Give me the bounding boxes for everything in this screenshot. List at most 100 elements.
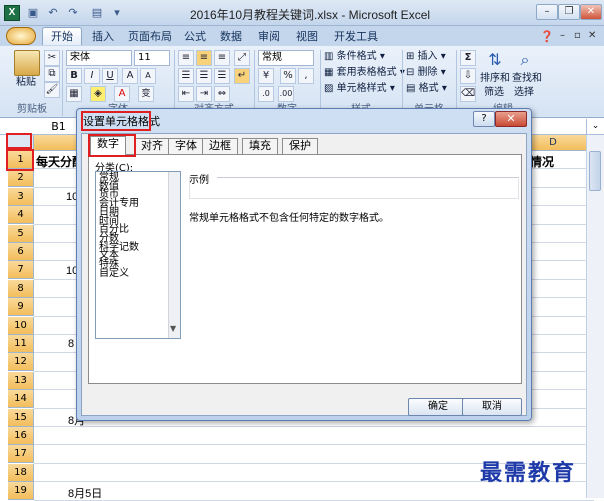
row-header-15[interactable]: 15 (8, 408, 34, 427)
sort-filter-label-2[interactable]: 筛选 (484, 86, 504, 100)
number-format-combo[interactable]: 常规 (258, 50, 314, 66)
row-header-5[interactable]: 5 (8, 224, 34, 243)
font-size-combo[interactable]: 11 (134, 50, 170, 66)
cell-b19[interactable]: 8月5日 (68, 485, 102, 501)
customize-toolbar-icon[interactable]: ▾ (110, 6, 124, 20)
borders-icon[interactable]: ▦ (66, 86, 82, 102)
clear-icon[interactable]: ⌫ (460, 86, 476, 102)
row-header-3[interactable]: 3 (8, 187, 34, 206)
scroll-thumb[interactable] (589, 151, 601, 191)
grow-font-button[interactable]: A (122, 68, 138, 84)
format-cells-button[interactable]: ▤ 格式 ▾ (406, 82, 447, 96)
tab-formulas[interactable]: 公式 (176, 28, 214, 46)
percent-button[interactable]: % (280, 68, 296, 84)
phonetic-button[interactable]: 变 (138, 86, 154, 102)
row-header-7[interactable]: 7 (8, 261, 34, 280)
tab-insert[interactable]: 插入 (84, 28, 122, 46)
align-left-icon[interactable]: ☰ (178, 68, 194, 84)
row-header-2[interactable]: 2 (8, 169, 34, 188)
copy-icon[interactable]: ⧉ (44, 66, 60, 82)
decrease-indent-icon[interactable]: ⇤ (178, 86, 194, 102)
row-header-8[interactable]: 8 (8, 279, 34, 298)
currency-icon[interactable]: ¥ (258, 68, 274, 84)
merge-center-icon[interactable]: ⇔ (214, 86, 230, 102)
category-item[interactable]: 自定义 (99, 268, 129, 279)
row-header-9[interactable]: 9 (8, 298, 34, 317)
row-header-13[interactable]: 13 (8, 371, 34, 390)
tab-view[interactable]: 视图 (288, 28, 326, 46)
row-header-18[interactable]: 18 (8, 463, 34, 482)
underline-button[interactable]: U (102, 68, 118, 84)
align-bottom-icon[interactable]: ≡ (214, 50, 230, 66)
increase-decimal-icon[interactable]: .0 (258, 86, 274, 102)
sort-filter-icon[interactable]: ⇅ (484, 50, 506, 72)
print-preview-icon[interactable]: ▤ (90, 6, 104, 20)
row-header-16[interactable]: 16 (8, 427, 34, 445)
dialog-help-button[interactable]: ? (473, 111, 495, 127)
comma-button[interactable]: , (298, 68, 314, 84)
format-as-table-button[interactable]: ▦ 套用表格格式 ▾ (324, 66, 405, 80)
column-d-header[interactable]: D (538, 137, 568, 148)
fill-icon[interactable]: ⇩ (460, 68, 476, 84)
find-select-label-2[interactable]: 选择 (514, 86, 534, 100)
tab-fill[interactable]: 填充 (242, 138, 278, 154)
help-icon[interactable]: ❓ (540, 30, 554, 43)
tab-home[interactable]: 开始 (42, 27, 82, 45)
align-middle-icon[interactable]: ≡ (196, 50, 212, 66)
tab-page-layout[interactable]: 页面布局 (120, 28, 180, 46)
insert-cells-button[interactable]: ⊞ 插入 ▾ (406, 50, 446, 64)
decrease-decimal-icon[interactable]: .00 (278, 86, 294, 102)
row-header-12[interactable]: 12 (8, 353, 34, 372)
ribbon-restore-icon[interactable]: ▫ (574, 30, 581, 41)
autosum-icon[interactable]: Σ (460, 50, 476, 66)
conditional-format-button[interactable]: ▥ 条件格式 ▾ (324, 50, 385, 64)
row-header-19[interactable]: 19 (8, 482, 34, 501)
cut-icon[interactable]: ✂ (44, 50, 60, 66)
restore-button[interactable]: ❐ (558, 4, 580, 20)
category-scrollbar[interactable]: ▼ (168, 172, 180, 338)
align-center-icon[interactable]: ☰ (196, 68, 212, 84)
align-top-icon[interactable]: ≡ (178, 50, 194, 66)
excel-logo-icon[interactable]: X (4, 5, 20, 21)
align-right-icon[interactable]: ☰ (214, 68, 230, 84)
italic-button[interactable]: I (84, 68, 100, 84)
redo-icon[interactable]: ↷ (66, 6, 80, 20)
orientation-icon[interactable]: ⤢ (234, 50, 250, 66)
delete-cells-button[interactable]: ⊟ 删除 ▾ (406, 66, 446, 80)
font-name-combo[interactable]: 宋体 (66, 50, 132, 66)
bold-button[interactable]: B (66, 68, 82, 84)
shrink-font-button[interactable]: A (140, 68, 156, 84)
cell-d1[interactable]: 情况 (530, 153, 554, 170)
row-header-6[interactable]: 6 (8, 243, 34, 261)
wrap-text-icon[interactable]: ↵ (234, 68, 250, 84)
expand-formula-bar-icon[interactable]: ⌄ (586, 119, 604, 134)
increase-indent-icon[interactable]: ⇥ (196, 86, 212, 102)
paste-icon[interactable] (14, 50, 40, 76)
tab-font[interactable]: 字体 (168, 138, 204, 154)
row-header-14[interactable]: 14 (8, 390, 34, 409)
paste-button[interactable]: 粘贴 (16, 76, 36, 90)
tab-developer[interactable]: 开发工具 (326, 28, 386, 46)
find-select-icon[interactable]: ⌕ (514, 50, 536, 72)
cancel-button[interactable]: 取消 (462, 398, 522, 416)
save-icon[interactable]: ▣ (26, 6, 40, 20)
scroll-down-icon[interactable]: ▼ (170, 324, 176, 333)
format-painter-icon[interactable]: 🖌 (44, 82, 60, 98)
row-header-11[interactable]: 11 (8, 335, 34, 353)
close-window-button[interactable]: ✕ (580, 4, 602, 20)
office-button[interactable] (6, 27, 36, 45)
dialog-close-button[interactable]: ✕ (495, 111, 527, 127)
tab-border[interactable]: 边框 (202, 138, 238, 154)
minimize-button[interactable]: – (536, 4, 558, 20)
tab-data[interactable]: 数据 (212, 28, 250, 46)
font-color-button[interactable]: A (114, 86, 130, 102)
cell-b11[interactable]: 8 (68, 338, 74, 350)
tab-protection[interactable]: 保护 (282, 138, 318, 154)
row-header-17[interactable]: 17 (8, 445, 34, 464)
category-list[interactable]: ▼ 常规 数值 货币 会计专用 日期 时间 百分比 分数 科学记数 文本 特殊 自定义 (95, 171, 181, 339)
cell-styles-button[interactable]: ▨ 单元格样式 ▾ (324, 82, 395, 96)
ribbon-close-icon[interactable]: ✕ (588, 30, 596, 41)
tab-review[interactable]: 审阅 (250, 28, 288, 46)
ribbon-minimize-icon[interactable]: – (560, 30, 565, 41)
sort-filter-label[interactable]: 排序和 (480, 72, 510, 86)
